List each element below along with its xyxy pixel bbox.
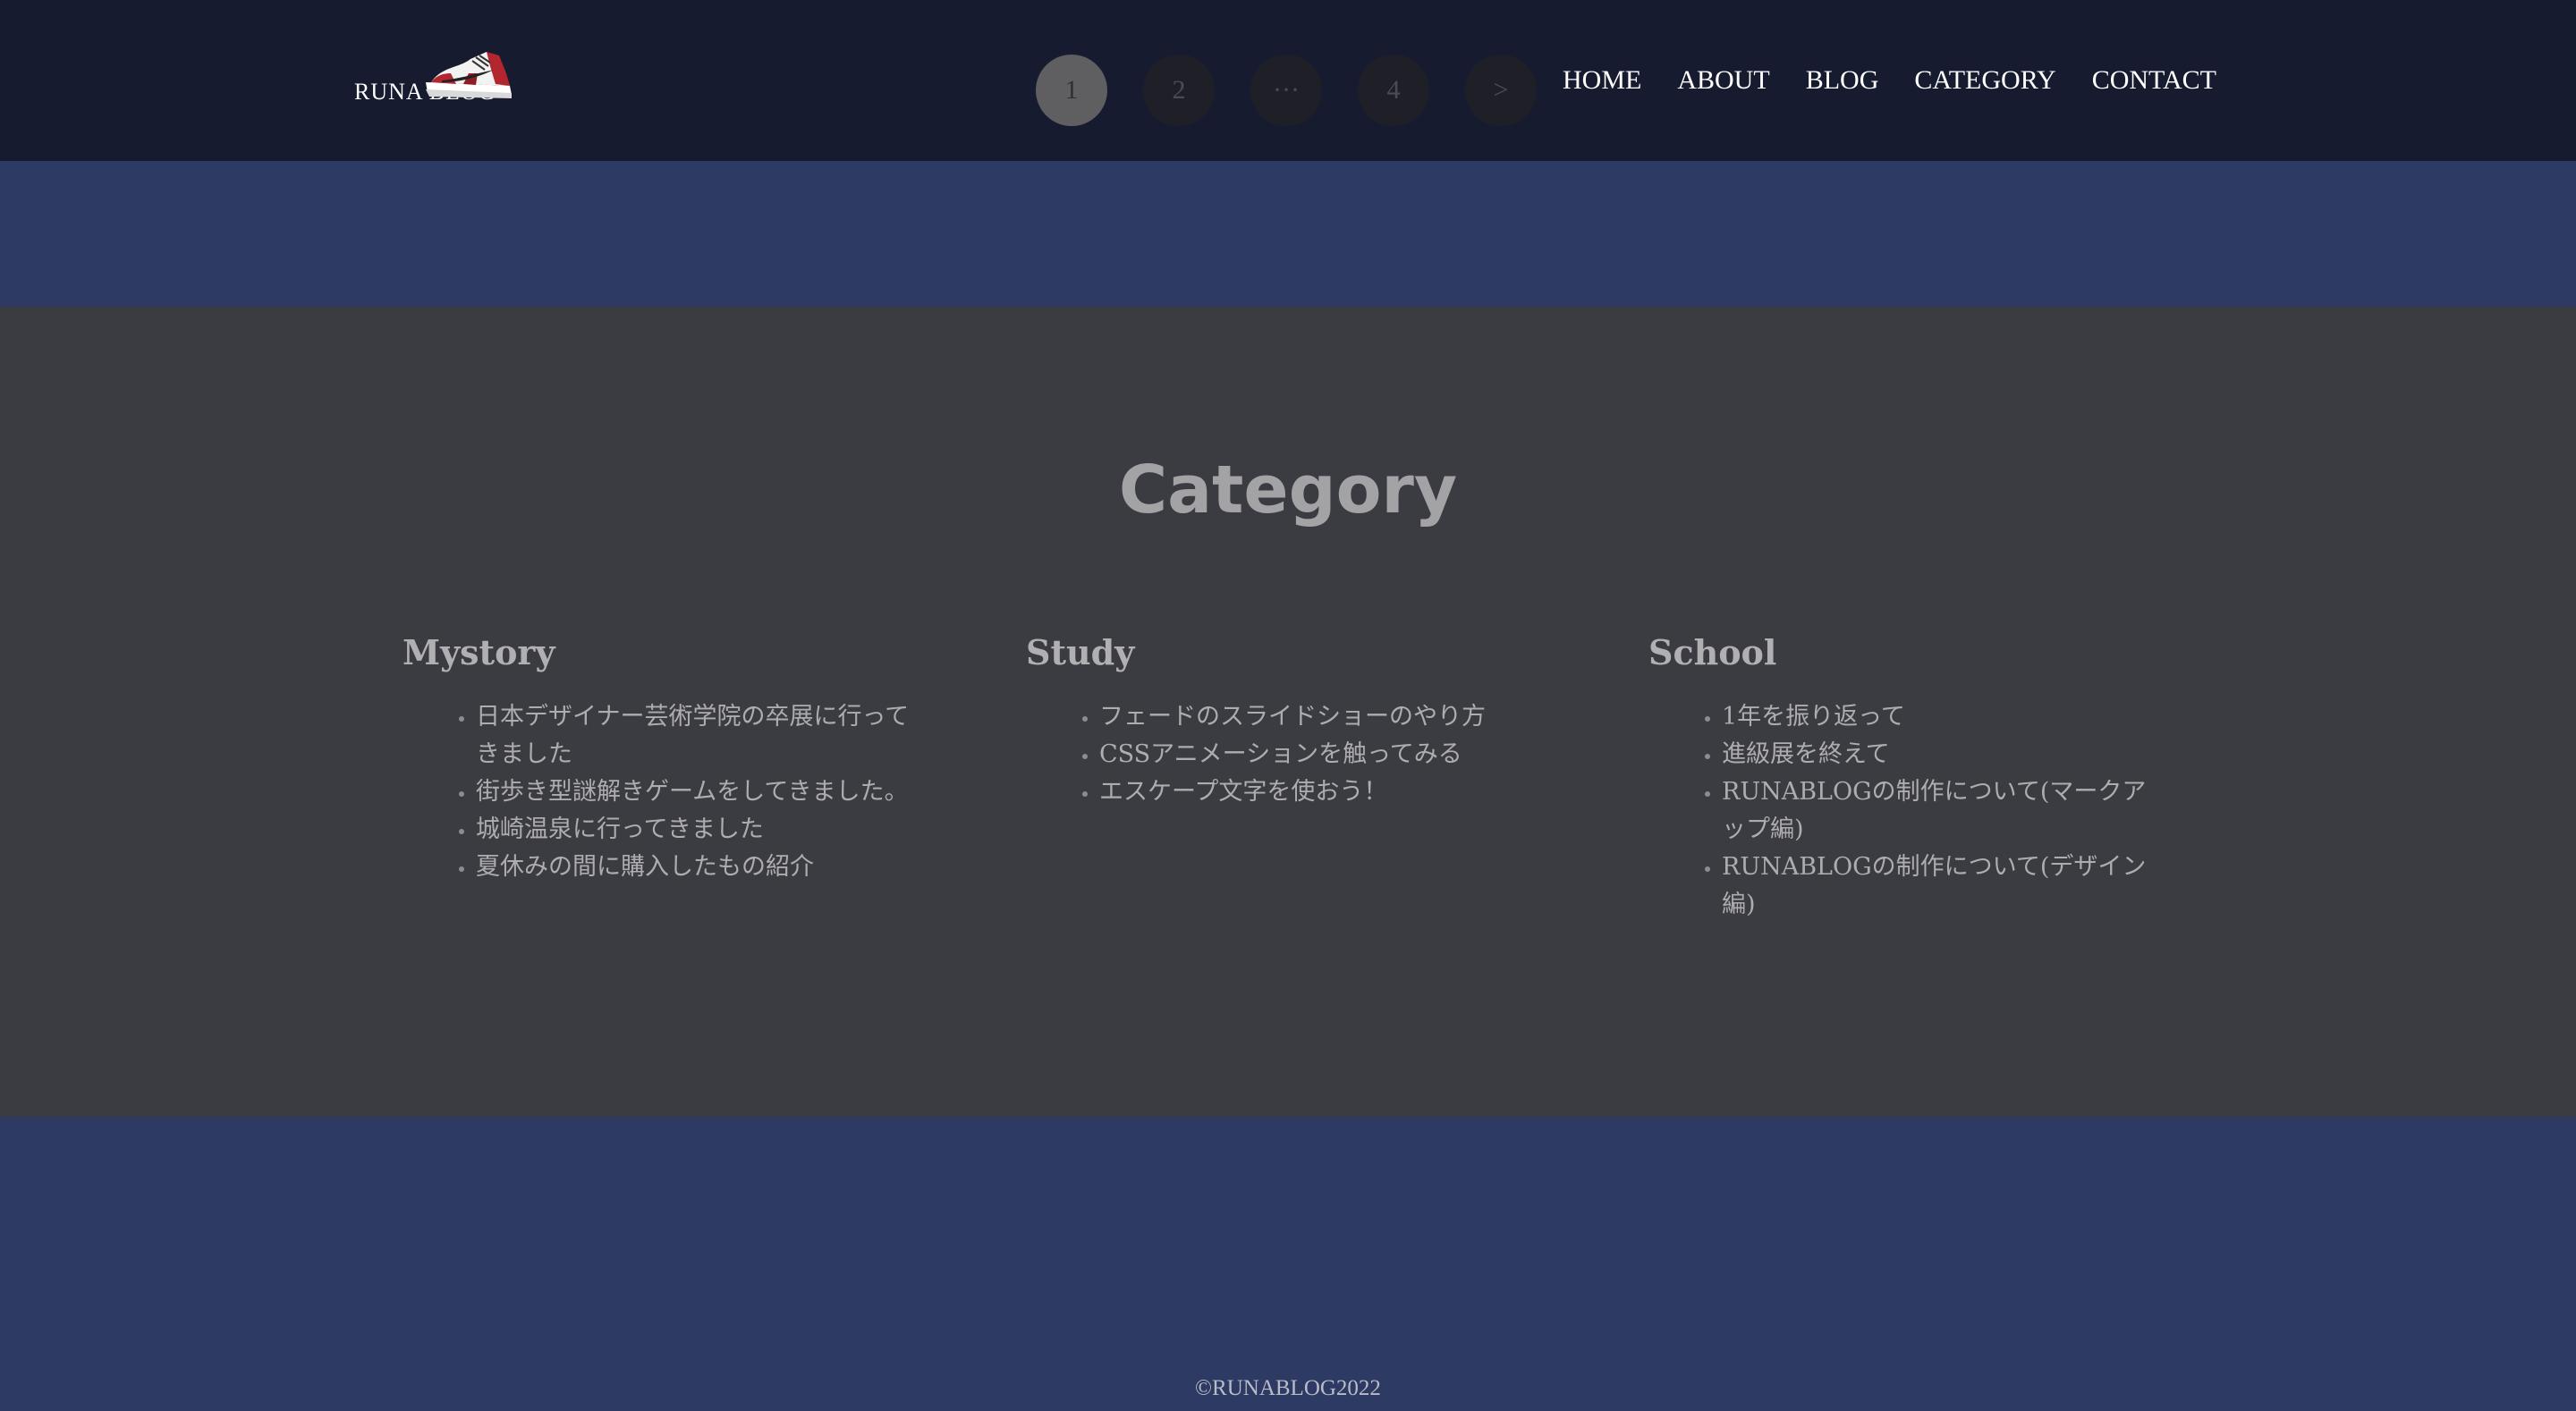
copyright-text: ©RUNABLOG2022 <box>1195 1376 1381 1400</box>
post-link[interactable]: 街歩き型謎解きゲームをしてきました。 <box>476 773 923 811</box>
page-ellipsis: ··· <box>1250 55 1322 126</box>
post-link[interactable]: RUNABLOGの制作について(デザイン編) <box>1722 849 2169 924</box>
post-link[interactable]: フェードのスライドショーのやり方 <box>1099 698 1546 736</box>
nav-home[interactable]: HOME <box>1563 63 1641 98</box>
page-title: Category <box>1118 452 1458 528</box>
post-link[interactable]: エスケープ文字を使おう！ <box>1099 773 1546 811</box>
nav-contact[interactable]: CONTACT <box>2092 63 2216 98</box>
post-link[interactable]: 夏休みの間に購入したもの紹介 <box>476 849 923 886</box>
sneaker-icon <box>426 52 512 98</box>
page-button-1[interactable]: 1 <box>1036 55 1107 126</box>
post-link[interactable]: 日本デザイナー芸術学院の卒展に行ってきました <box>476 698 923 773</box>
post-link[interactable]: RUNABLOGの制作について(マークアップ編) <box>1722 773 2169 849</box>
category-column-school: School 1年を振り返って 進級展を終えて RUNABLOGの制作について(… <box>1648 632 2185 924</box>
site-header: RUNA BLOG 1 2 ··· 4 > HOME ABOUT BLOG CA… <box>0 0 2576 161</box>
page-button-4[interactable]: 4 <box>1358 55 1429 126</box>
category-column-mystory: Mystory 日本デザイナー芸術学院の卒展に行ってきました 街歩き型謎解きゲー… <box>402 632 939 886</box>
category-title[interactable]: School <box>1648 632 2185 673</box>
nav-about[interactable]: ABOUT <box>1677 63 1769 98</box>
post-link[interactable]: 1年を振り返って <box>1722 698 2169 736</box>
category-title[interactable]: Mystory <box>402 632 939 673</box>
nav-category[interactable]: CATEGORY <box>1914 63 2055 98</box>
next-page-button[interactable]: > <box>1465 55 1537 126</box>
post-list: 日本デザイナー芸術学院の卒展に行ってきました 街歩き型謎解きゲームをしてきました… <box>402 698 939 886</box>
post-link[interactable]: 進級展を終えて <box>1722 736 2169 773</box>
category-column-study: Study フェードのスライドショーのやり方 CSSアニメーションを触ってみる … <box>1026 632 1563 811</box>
post-link[interactable]: CSSアニメーションを触ってみる <box>1099 736 1546 773</box>
post-link[interactable]: 城崎温泉に行ってきました <box>476 811 923 849</box>
site-logo[interactable]: RUNA BLOG <box>354 46 524 114</box>
category-title[interactable]: Study <box>1026 632 1563 673</box>
main-nav: HOME ABOUT BLOG CATEGORY CONTACT <box>1563 63 2216 98</box>
category-section: Category Mystory 日本デザイナー芸術学院の卒展に行ってきました … <box>0 307 2576 1117</box>
post-list: 1年を振り返って 進級展を終えて RUNABLOGの制作について(マークアップ編… <box>1648 698 2185 924</box>
nav-blog[interactable]: BLOG <box>1806 63 1879 98</box>
page-button-2[interactable]: 2 <box>1143 55 1215 126</box>
post-list: フェードのスライドショーのやり方 CSSアニメーションを触ってみる エスケープ文… <box>1026 698 1563 811</box>
